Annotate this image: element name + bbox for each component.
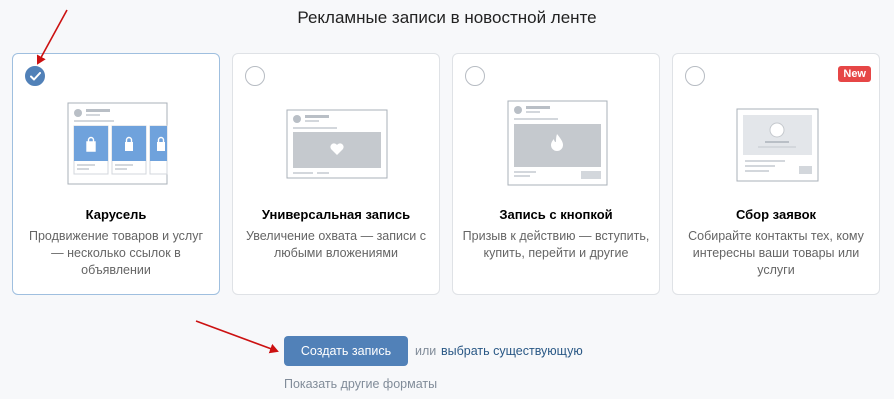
card-description: Продвижение товаров и услуг — несколько … [28,229,204,277]
card-title: Универсальная запись [261,207,411,222]
card-button-post[interactable]: Запись с кнопкой Призыв к действию — вст… [452,53,660,295]
show-other-formats-link[interactable]: Показать другие форматы [284,377,437,391]
button-post-icon [507,100,608,186]
card-title: Сбор заявок [735,207,817,222]
card-universal-post[interactable]: Универсальная запись Увеличение охвата —… [232,53,440,295]
universal-post-icon [286,109,388,179]
lead-form-icon [736,108,819,182]
card-carousel[interactable]: Карусель Продвижение товаров и услуг — н… [12,53,220,295]
card-lead-form[interactable]: New Сбор заявок Собирайте контакты тех, … [672,53,880,295]
card-description: Призыв к действию — вступить, купить, пе… [462,229,650,260]
card-title: Карусель [85,207,147,222]
carousel-post-icon [67,102,168,185]
card-description: Собирайте контакты тех, кому интересны в… [688,229,864,277]
page-title: Рекламные записи в новостной ленте [297,8,597,27]
card-title: Запись с кнопкой [499,207,613,222]
create-post-button[interactable]: Создать запись [284,336,408,366]
or-label: или [415,344,437,358]
card-description: Увеличение охвата — записи с любыми влож… [246,229,426,260]
choose-existing-link[interactable]: выбрать существующую [441,344,583,358]
